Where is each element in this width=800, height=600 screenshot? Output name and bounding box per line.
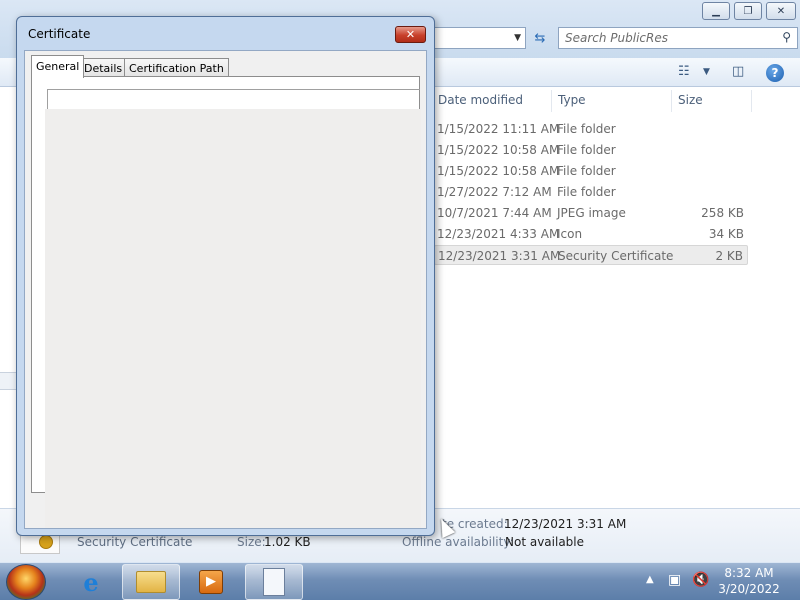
column-header-type[interactable]: Type <box>554 90 672 112</box>
file-date: 12/23/2021 3:31 AM <box>438 249 561 263</box>
view-options-icon[interactable]: ☷ <box>678 64 690 79</box>
file-row[interactable]: 12/23/2021 4:33 AM Icon 34 KB <box>434 224 748 244</box>
file-date: 12/23/2021 4:33 AM <box>437 227 560 241</box>
file-row[interactable]: 10/7/2021 7:44 AM JPEG image 258 KB <box>434 203 748 223</box>
address-bar[interactable]: ▼ <box>430 27 526 49</box>
show-hidden-icons-icon[interactable]: ▲ <box>646 574 654 585</box>
details-type: Security Certificate <box>77 535 193 549</box>
details-created-value: 12/23/2021 3:31 AM <box>504 517 627 531</box>
volume-muted-icon[interactable]: 🔇 <box>692 572 709 588</box>
tab-general[interactable]: General <box>31 55 85 78</box>
search-placeholder: Search PublicRes <box>565 31 669 45</box>
search-input[interactable]: Search PublicRes ⚲ <box>558 27 798 49</box>
network-icon[interactable]: ▣ <box>668 572 681 588</box>
refresh-button[interactable]: ⇆ <box>528 27 552 49</box>
dialog-close-button[interactable]: ✕ <box>395 26 426 43</box>
search-icon[interactable]: ⚲ <box>782 30 791 44</box>
file-size: 2 KB <box>715 249 743 263</box>
internet-explorer-button[interactable]: e <box>62 564 120 600</box>
column-header-size[interactable]: Size <box>674 90 752 112</box>
refresh-icon: ⇆ <box>534 30 546 46</box>
system-clock[interactable]: 8:32 AM 3/20/2022 <box>716 565 782 597</box>
close-icon: ✕ <box>776 5 786 17</box>
file-row[interactable]: 1/27/2022 7:12 AM File folder <box>434 182 748 202</box>
windows-explorer-button[interactable] <box>122 564 180 600</box>
file-date: 1/15/2022 10:58 AM <box>437 164 560 178</box>
media-player-icon: ▶ <box>199 570 223 594</box>
tab-details[interactable]: Details <box>79 58 128 77</box>
tab-certification-path[interactable]: Certification Path <box>124 58 229 77</box>
file-type: JPEG image <box>557 206 626 220</box>
internet-explorer-icon: e <box>83 567 99 597</box>
minimize-icon: ▁ <box>712 5 720 17</box>
details-size-label: Size: <box>237 535 266 549</box>
dialog-body: General Details Certification Path Le <box>24 50 427 529</box>
file-date: 1/27/2022 7:12 AM <box>437 185 552 199</box>
minimize-button[interactable]: ▁ <box>702 2 730 20</box>
file-size: 34 KB <box>708 227 744 241</box>
file-type: File folder <box>557 143 616 157</box>
column-header-date-modified[interactable]: Date modified <box>434 90 552 112</box>
file-row-selected[interactable]: 12/23/2021 3:31 AM Security Certificate … <box>434 245 748 265</box>
file-row[interactable]: 1/15/2022 10:58 AM File folder <box>434 140 748 160</box>
file-row[interactable]: 1/15/2022 10:58 AM File folder <box>434 161 748 181</box>
unpainted-region <box>45 109 421 528</box>
document-icon <box>263 568 285 596</box>
close-icon: ✕ <box>405 28 416 41</box>
preview-pane-icon[interactable]: ◫ <box>732 64 744 79</box>
restore-icon: ❐ <box>743 5 753 17</box>
file-type: File folder <box>557 164 616 178</box>
details-offline-label: Offline availability: <box>402 535 514 549</box>
view-chevron-down-icon[interactable]: ▼ <box>703 67 710 77</box>
file-type: File folder <box>557 122 616 136</box>
certificate-dialog: Certificate ✕ General Details Certificat… <box>16 16 435 536</box>
file-type: File folder <box>557 185 616 199</box>
media-player-button[interactable]: ▶ <box>182 564 240 600</box>
file-size: 258 KB <box>701 206 744 220</box>
help-icon[interactable]: ? <box>766 64 784 82</box>
taskbar: e ▶ ▲ ▣ 🔇 8:32 AM 3/20/2022 <box>0 562 800 600</box>
file-date: 10/7/2021 7:44 AM <box>437 206 552 220</box>
clock-time: 8:32 AM <box>724 566 774 580</box>
file-type: Icon <box>557 227 583 241</box>
chevron-down-icon[interactable]: ▼ <box>514 33 521 43</box>
details-offline-value: Not available <box>505 535 585 549</box>
file-date: 1/15/2022 11:11 AM <box>437 122 560 136</box>
file-type: Security Certificate <box>558 249 674 263</box>
start-button[interactable] <box>6 564 46 600</box>
file-date: 1/15/2022 10:58 AM <box>437 143 560 157</box>
dialog-title: Certificate <box>28 27 91 41</box>
document-app-button[interactable] <box>245 564 303 600</box>
clock-date: 3/20/2022 <box>718 582 780 596</box>
maximize-button[interactable]: ❐ <box>734 2 762 20</box>
details-size-value: 1.02 KB <box>264 535 311 549</box>
file-row[interactable]: 1/15/2022 11:11 AM File folder <box>434 119 748 139</box>
windows-explorer-icon <box>136 571 166 593</box>
explorer-close-button[interactable]: ✕ <box>766 2 796 20</box>
